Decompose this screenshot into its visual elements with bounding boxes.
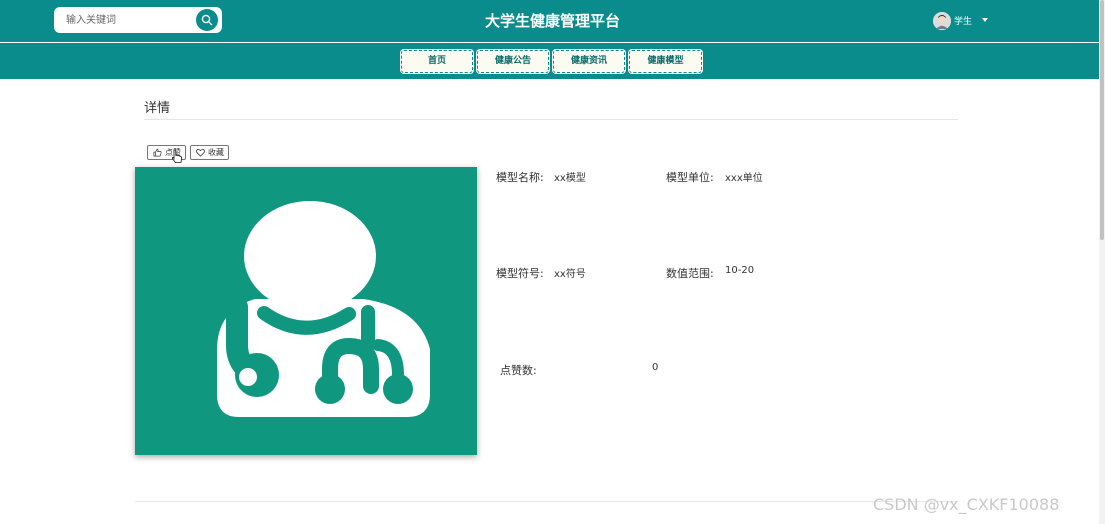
favorite-button[interactable]: 收藏	[190, 145, 229, 160]
model-cover-image	[135, 167, 477, 455]
field-label-like-count: 点赞数:	[500, 364, 537, 377]
top-header: 大学生健康管理平台 学生	[0, 0, 1105, 42]
field-label-model-unit: 模型单位:	[666, 171, 714, 184]
thumbs-up-icon	[153, 148, 162, 157]
heart-icon	[196, 148, 205, 157]
field-value-model-symbol: xx符号	[554, 269, 586, 280]
nav-item-health-notice[interactable]: 健康公告	[477, 50, 549, 73]
field-label-model-name: 模型名称:	[496, 171, 544, 184]
field-label-value-range: 数值范围:	[666, 267, 714, 280]
pointer-cursor-icon	[171, 149, 183, 164]
scrollbar-thumb[interactable]	[1100, 0, 1104, 240]
nav-item-health-news[interactable]: 健康资讯	[553, 50, 625, 73]
field-label-model-symbol: 模型符号:	[496, 267, 544, 280]
avatar[interactable]	[933, 12, 951, 30]
field-value-model-name: xx模型	[554, 173, 586, 184]
field-value-value-range: 10-20	[725, 265, 755, 276]
user-name[interactable]: 学生	[954, 14, 972, 27]
field-value-model-unit: xxx单位	[725, 173, 763, 184]
divider	[144, 119, 958, 120]
section-title: 详情	[144, 101, 171, 116]
doctor-stethoscope-icon	[217, 201, 430, 417]
main-nav: 首页 健康公告 健康资讯 健康模型	[0, 43, 1105, 79]
watermark: CSDN @vx_CXKF10088	[873, 495, 1060, 514]
favorite-label: 收藏	[208, 148, 224, 157]
divider-bottom	[135, 501, 958, 502]
caret-down-icon[interactable]	[982, 18, 988, 22]
nav-item-health-model[interactable]: 健康模型	[629, 50, 702, 73]
nav-item-home[interactable]: 首页	[401, 50, 473, 73]
field-value-like-count: 0	[652, 362, 659, 373]
